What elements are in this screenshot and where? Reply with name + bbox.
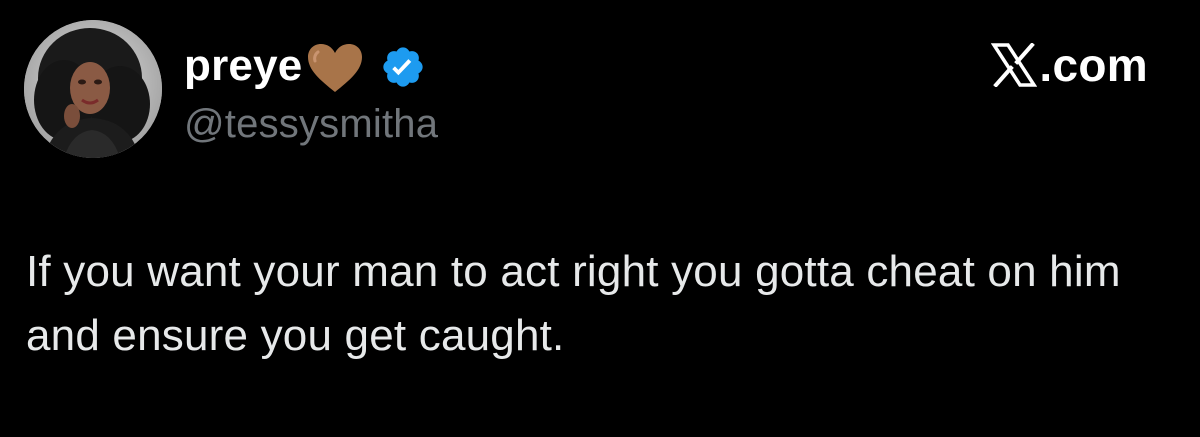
profile-avatar[interactable] xyxy=(24,20,162,158)
brown-heart-icon xyxy=(306,42,364,94)
verified-badge-icon[interactable] xyxy=(380,44,426,90)
tweet-text: If you want your man to act right you go… xyxy=(26,247,1121,360)
x-logo-icon xyxy=(991,42,1038,88)
brand-text: .com xyxy=(1039,39,1148,91)
author-name-row: preye xyxy=(184,38,426,94)
display-name[interactable]: preye xyxy=(184,38,302,94)
avatar-image xyxy=(24,20,162,158)
brand-label: .com xyxy=(991,36,1148,94)
tweet-card: preye @tessysmitha .com If you want your… xyxy=(0,0,1200,437)
user-handle[interactable]: @tessysmitha xyxy=(184,98,438,150)
